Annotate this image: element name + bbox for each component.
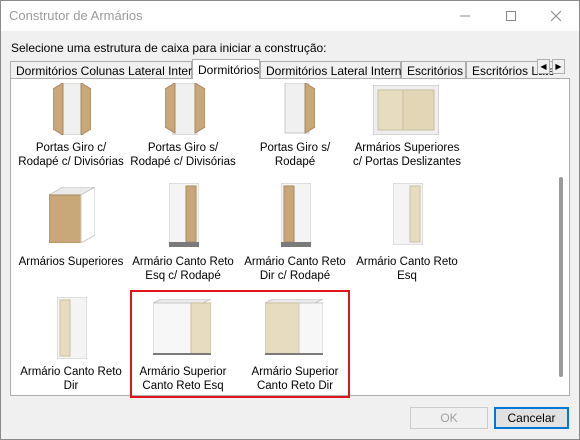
item-label-line2: Rodapé <box>274 156 316 168</box>
maximize-button[interactable] <box>488 1 534 31</box>
vertical-scrollbar[interactable] <box>554 79 569 395</box>
tab-scroll-right-button[interactable]: ▶ <box>552 59 565 74</box>
corner-cabinet-left-plinth-icon <box>169 183 199 247</box>
corner-cabinet-left-icon <box>393 183 423 245</box>
instruction-text: Selecione uma estrutura de caixa para in… <box>11 41 327 55</box>
maximize-icon <box>506 11 516 21</box>
tab-dormitorios[interactable]: Dormitórios <box>192 59 260 79</box>
item-label-line1: Armários Superiores <box>18 256 124 268</box>
close-icon <box>551 11 561 21</box>
item-label-line2: Dir <box>63 380 79 392</box>
window-title: Construtor de Armários <box>9 8 143 23</box>
item-label-line1: Portas Giro c/ <box>35 142 107 154</box>
item-label-line2: Dir c/ Rodapé <box>259 270 331 282</box>
wardrobe-open-doors-icon <box>165 83 205 135</box>
item-label-line2: Esq <box>397 270 417 282</box>
item-label-line1: Armário Canto Reto <box>356 256 458 268</box>
wall-cabinet-sliding-icon <box>373 85 439 135</box>
item-label-line1: Armários Superiores <box>354 142 460 154</box>
minimize-icon <box>460 15 470 17</box>
item-label-line2: Rodapé c/ Divisórias <box>18 156 124 168</box>
corner-cabinet-right-icon <box>57 297 87 359</box>
item-label-line1: Armário Canto Reto <box>20 366 122 378</box>
tab-dormitorios-colunas[interactable]: Dormitórios Colunas Lateral Interna <box>10 61 205 79</box>
item-label-line2: Esq c/ Rodapé <box>145 270 221 282</box>
item-label-line1: Armário Canto Reto <box>132 256 234 268</box>
item-label-line1: Armário Canto Reto <box>244 256 346 268</box>
selection-highlight <box>130 290 350 398</box>
wardrobe-open-doors-dividers-icon <box>53 83 91 135</box>
wardrobe-open-door-icon <box>284 83 315 134</box>
scrollbar-thumb[interactable] <box>559 177 563 377</box>
tab-strip: Dormitórios Colunas Lateral Interna Dorm… <box>10 59 555 79</box>
builder-window: Construtor de Armários Selecione uma est… <box>0 0 580 440</box>
item-label-line2: c/ Portas Deslizantes <box>352 156 461 168</box>
item-label-line2: Rodapé c/ Divisórias <box>130 156 236 168</box>
wall-cabinet-icon <box>49 187 95 243</box>
ok-button[interactable]: OK <box>410 407 488 429</box>
corner-cabinet-right-plinth-icon <box>281 183 311 247</box>
item-label-line1: Portas Giro s/ <box>147 142 219 154</box>
arrow-right-icon: ▶ <box>555 62 562 71</box>
title-bar: Construtor de Armários <box>1 1 579 31</box>
minimize-button[interactable] <box>442 1 488 31</box>
arrow-left-icon: ◀ <box>540 62 547 71</box>
tab-dormitorios-lateral-interna[interactable]: Dormitórios Lateral Interna <box>260 61 408 79</box>
item-label-line1: Portas Giro s/ <box>259 142 331 154</box>
tab-escritorios[interactable]: Escritórios <box>401 61 466 79</box>
tab-scroll-left-button[interactable]: ◀ <box>537 59 550 74</box>
cancel-button[interactable]: Cancelar <box>494 407 569 429</box>
close-button[interactable] <box>533 1 579 31</box>
